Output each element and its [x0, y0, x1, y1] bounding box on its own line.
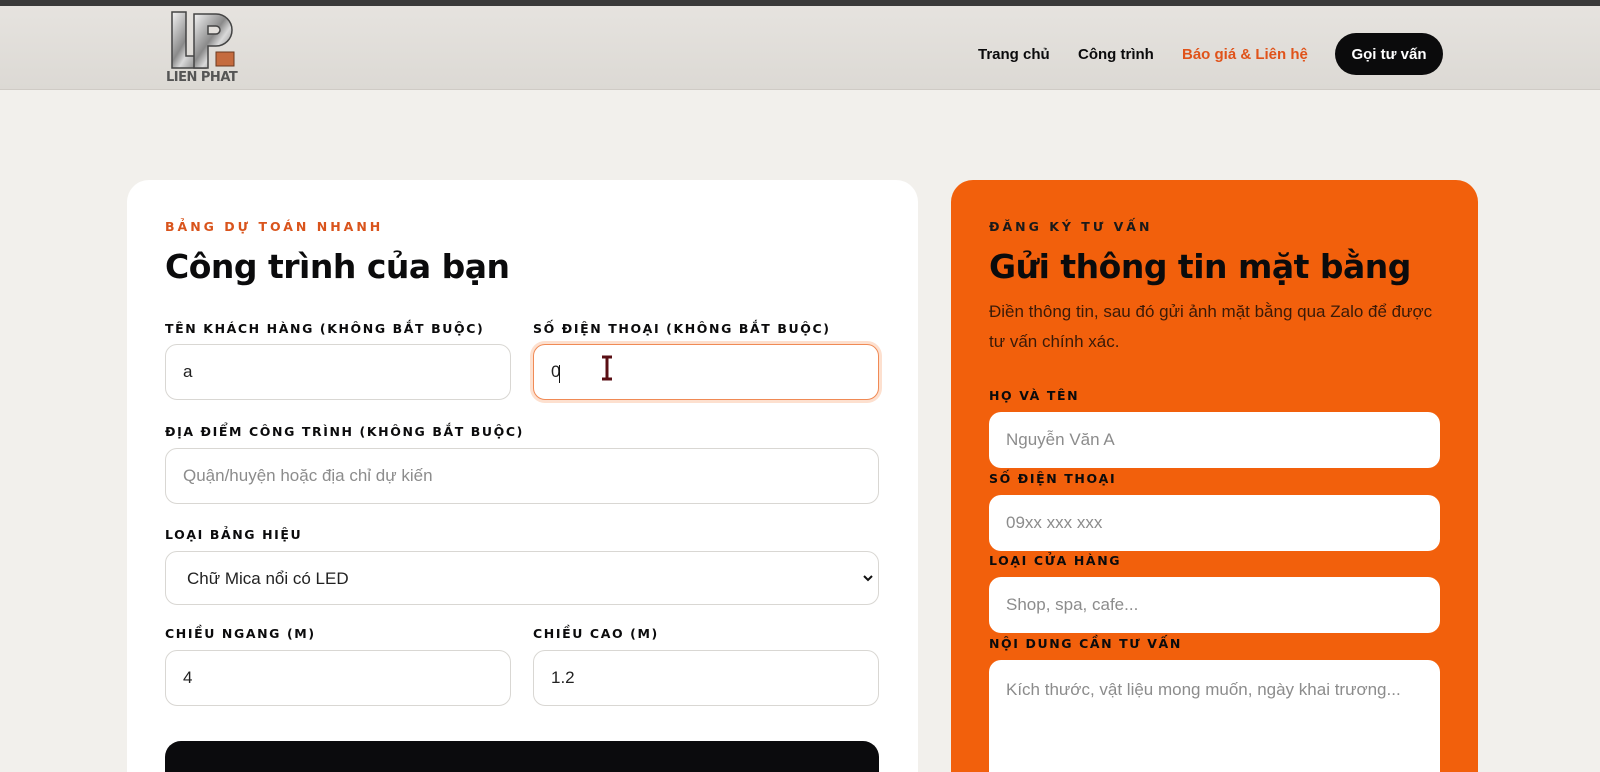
consult-content-textarea[interactable]: [989, 660, 1440, 772]
width-label: CHIỀU NGANG (M): [165, 626, 316, 641]
nav-home-link[interactable]: Trang chủ: [978, 46, 1050, 63]
text-cursor-icon: [602, 355, 612, 381]
location-input[interactable]: [165, 448, 879, 504]
chevron-down-icon: [863, 575, 873, 582]
customer-name-input[interactable]: [165, 344, 511, 400]
consult-eyebrow: ĐĂNG KÝ TƯ VẤN: [989, 219, 1153, 234]
sign-type-select[interactable]: Chữ Mica nổi có LED: [165, 551, 879, 605]
call-consult-button[interactable]: Gọi tư vấn: [1335, 33, 1443, 75]
estimate-title: Công trình của bạn: [165, 247, 510, 286]
store-type-input[interactable]: [989, 577, 1440, 633]
height-label: CHIỀU CAO (M): [533, 626, 659, 641]
consult-lead-text: Điền thông tin, sau đó gửi ảnh mặt bằng …: [989, 302, 1433, 351]
consult-title: Gửi thông tin mặt bằng: [989, 247, 1411, 286]
location-label: ĐỊA ĐIỂM CÔNG TRÌNH (KHÔNG BẮT BUỘC): [165, 424, 524, 439]
nav-works[interactable]: Công trình: [1078, 33, 1154, 75]
logo-wordmark: LIEN PHAT: [166, 70, 238, 85]
nav-quote-contact-link[interactable]: Báo giá & Liên hệ: [1182, 46, 1308, 63]
estimate-submit-button[interactable]: [165, 741, 879, 772]
nav-home[interactable]: Trang chủ: [978, 33, 1050, 75]
full-name-input[interactable]: [989, 412, 1440, 468]
site-header: LIEN PHAT Trang chủ Công trình Báo giá &…: [0, 6, 1600, 90]
phone-optional-input[interactable]: [533, 344, 879, 400]
phone-optional-label: SỐ ĐIỆN THOẠI (KHÔNG BẮT BUỘC): [533, 321, 831, 336]
nav-quote-contact[interactable]: Báo giá & Liên hệ: [1182, 33, 1308, 75]
full-name-label: HỌ VÀ TÊN: [989, 388, 1080, 403]
store-type-label: LOẠI CỬA HÀNG: [989, 553, 1122, 568]
text-caret: [559, 365, 560, 383]
customer-name-label: TÊN KHÁCH HÀNG (KHÔNG BẮT BUỘC): [165, 321, 485, 336]
sign-type-label: LOẠI BẢNG HIỆU: [165, 527, 303, 542]
height-input[interactable]: [533, 650, 879, 706]
estimate-eyebrow: BẢNG DỰ TOÁN NHANH: [165, 219, 384, 234]
consult-phone-label: SỐ ĐIỆN THOẠI: [989, 471, 1117, 486]
width-input[interactable]: [165, 650, 511, 706]
consult-content-label: NỘI DUNG CẦN TƯ VẤN: [989, 636, 1182, 651]
consult-phone-input[interactable]: [989, 495, 1440, 551]
nav-works-link[interactable]: Công trình: [1078, 46, 1154, 63]
